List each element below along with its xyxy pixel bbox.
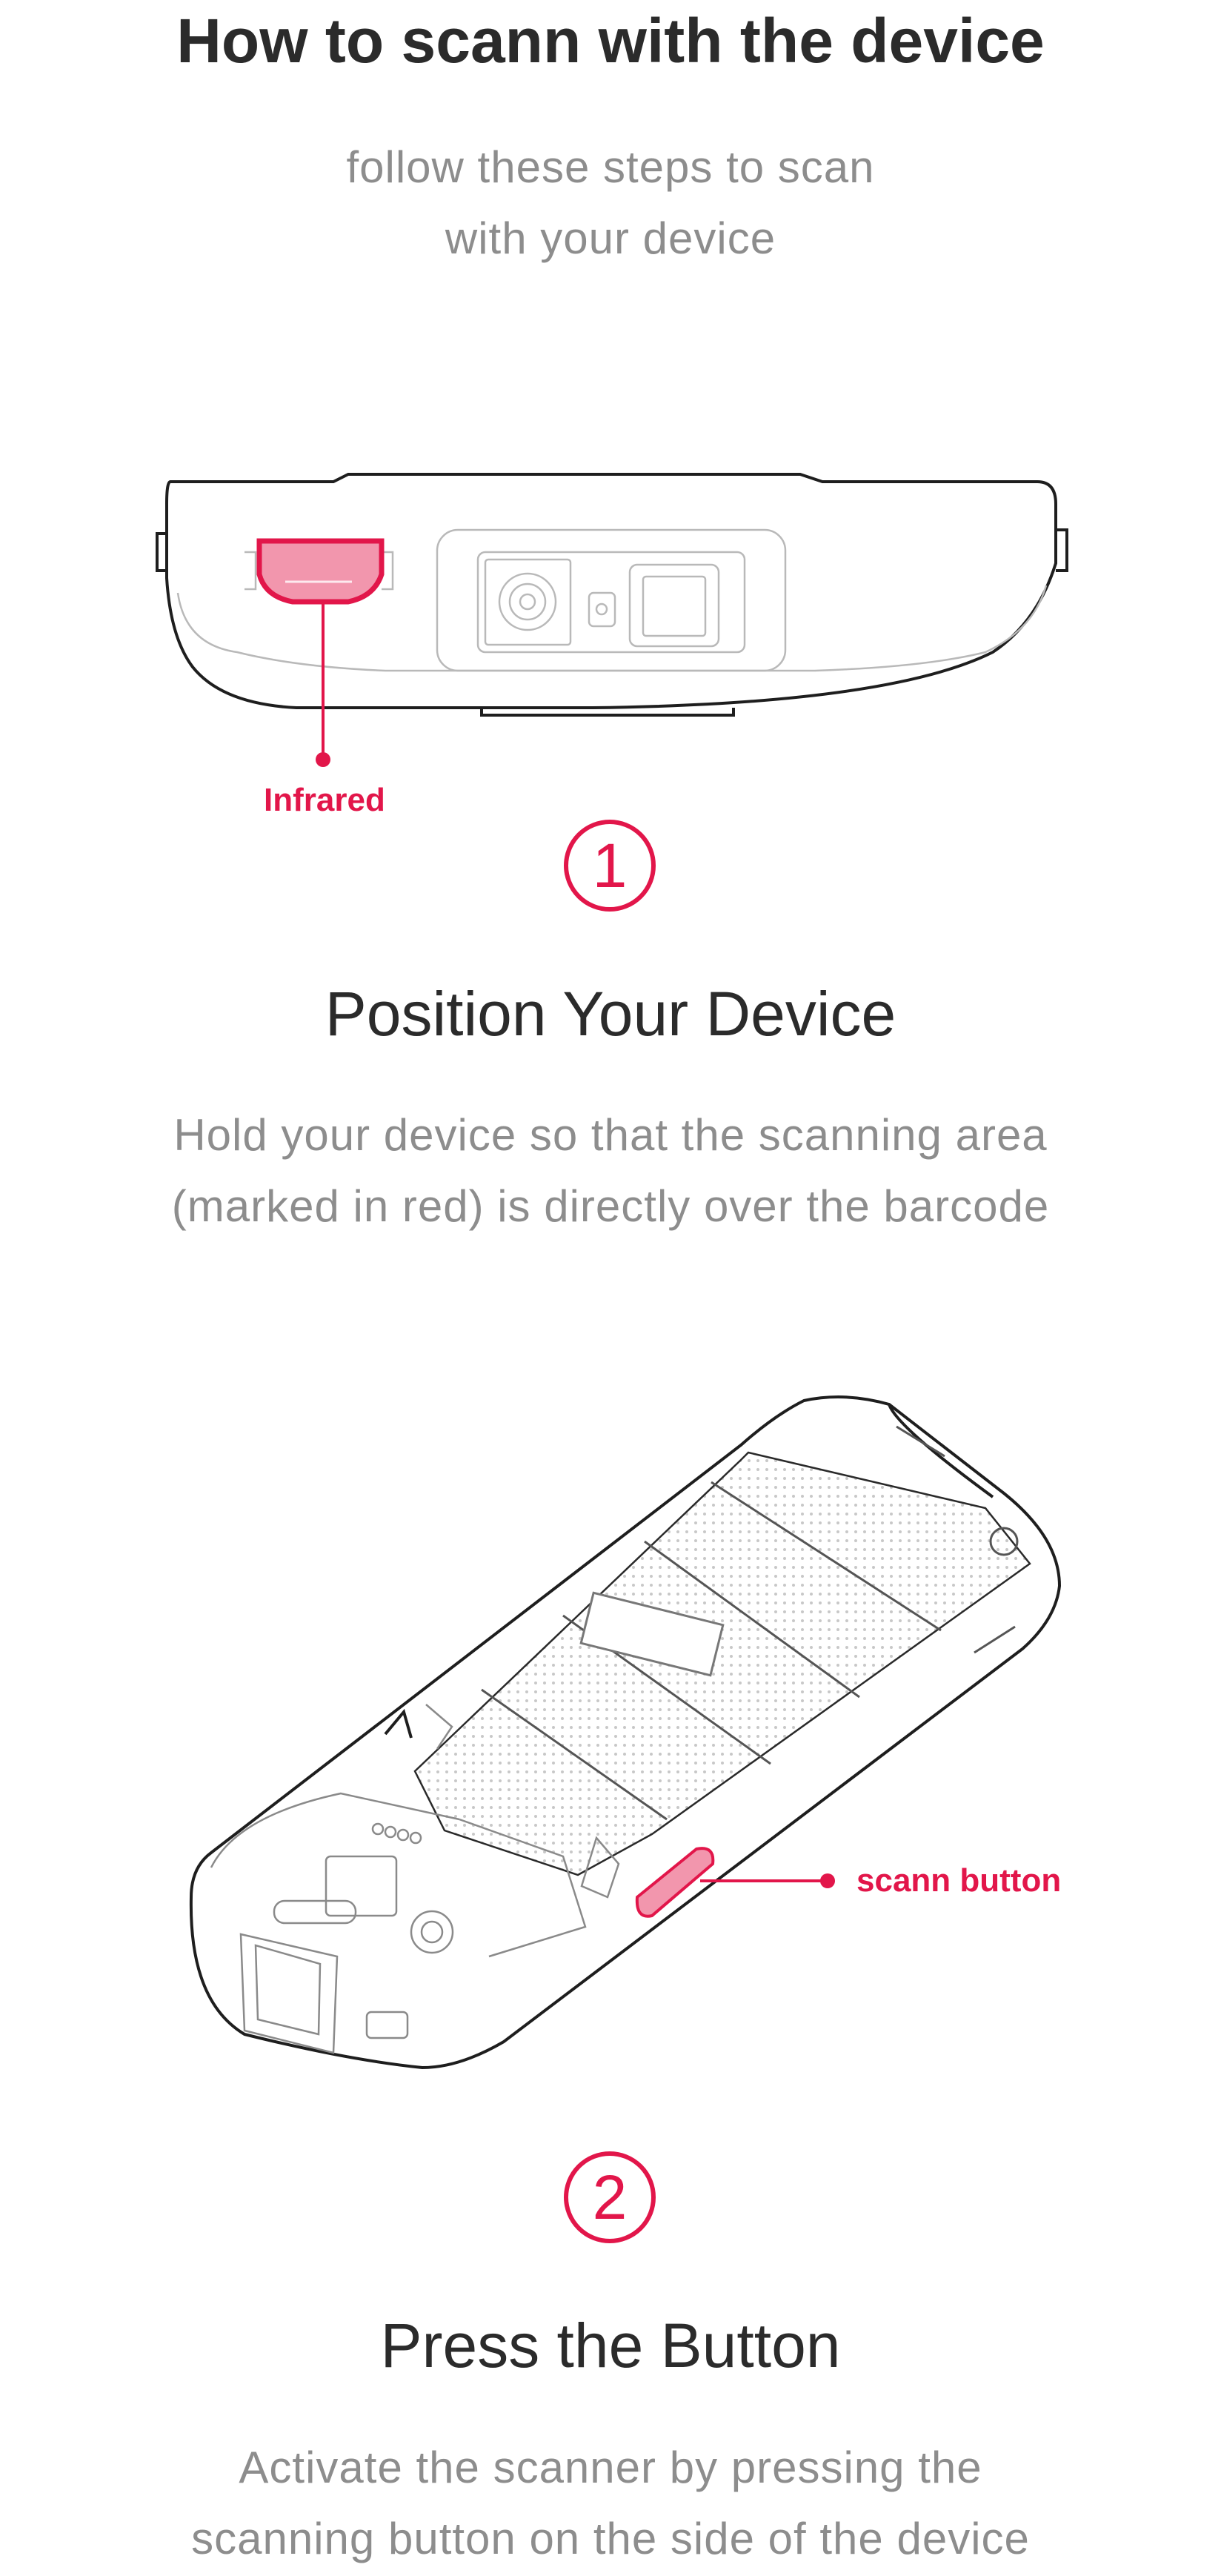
scan-button-callout-label: scann button	[856, 1862, 1062, 1899]
step-2-title: Press the Button	[380, 2311, 841, 2380]
step-2-desc-line-2: scanning button on the side of the devic…	[191, 2514, 1030, 2563]
step-2-desc-line-1: Activate the scanner by pressing the	[239, 2443, 982, 2492]
step-2-number: 2	[564, 2151, 656, 2243]
step-2-description: Activate the scanner by pressing the sca…	[0, 2432, 1221, 2575]
